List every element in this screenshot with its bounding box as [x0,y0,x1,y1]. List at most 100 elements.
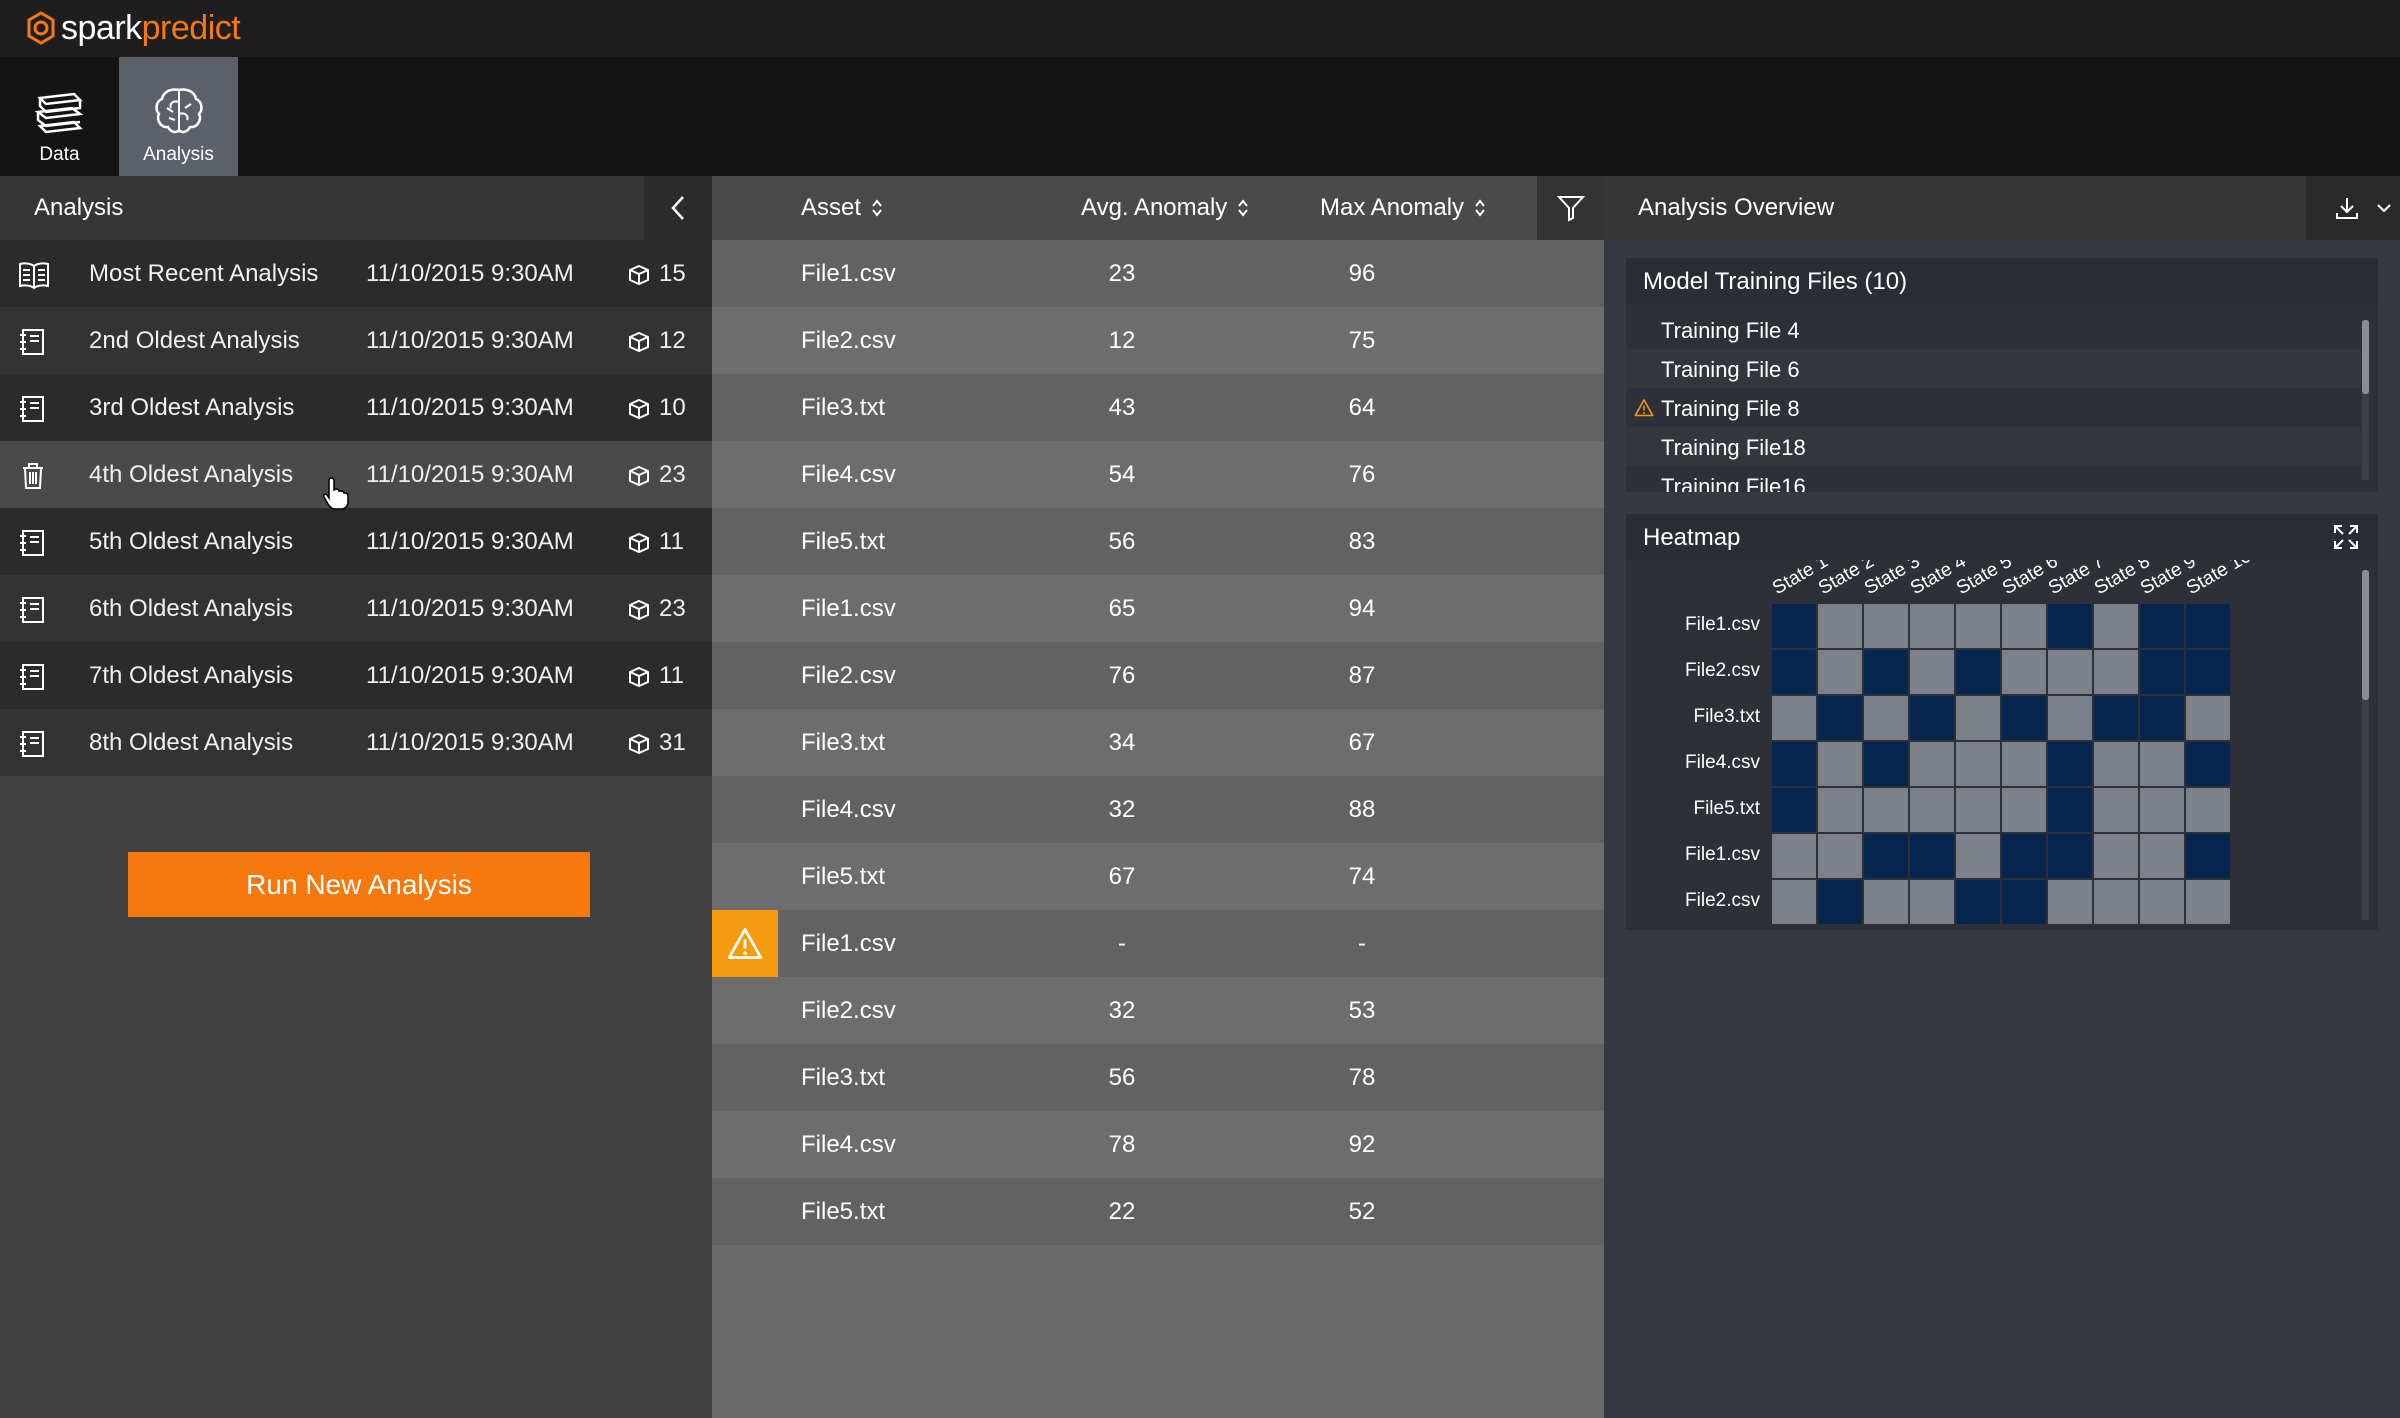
heatmap-cell[interactable] [1818,880,1862,924]
heatmap-cell[interactable] [1864,650,1908,694]
heatmap-cell[interactable] [1864,788,1908,832]
app-logo[interactable]: spark predict [24,9,241,47]
analysis-row[interactable]: Most Recent Analysis 11/10/2015 9:30AM 15 [0,240,712,307]
scrollbar-thumb[interactable] [2362,570,2369,700]
heatmap-cell[interactable] [2186,788,2230,832]
heatmap-cell[interactable] [1956,880,2000,924]
training-file-item[interactable]: Training File16 [1626,466,2361,492]
trash-icon[interactable] [18,461,48,491]
heatmap-cell[interactable] [1910,604,1954,648]
heatmap-cell[interactable] [2094,834,2138,878]
heatmap-cell[interactable] [2094,742,2138,786]
heatmap-cell[interactable] [2140,650,2184,694]
heatmap-cell[interactable] [2140,604,2184,648]
heatmap-cell[interactable] [1864,696,1908,740]
heatmap-cell[interactable] [1956,834,2000,878]
sort-max-anomaly-header[interactable]: Max Anomaly [1320,194,1486,222]
table-row[interactable]: File4.csv 32 88 [712,776,1604,843]
heatmap-cell[interactable] [1910,788,1954,832]
heatmap-cell[interactable] [1956,604,2000,648]
analysis-row[interactable]: 6th Oldest Analysis 11/10/2015 9:30AM 23 [0,575,712,642]
expand-heatmap-button[interactable] [2314,514,2378,560]
heatmap-cell[interactable] [2094,650,2138,694]
filter-button[interactable] [1537,176,1604,240]
heatmap-cell[interactable] [2186,742,2230,786]
heatmap-cell[interactable] [2048,880,2092,924]
heatmap-cell[interactable] [2002,788,2046,832]
heatmap-cell[interactable] [1818,696,1862,740]
heatmap-cell[interactable] [2048,696,2092,740]
table-row[interactable]: File3.txt 43 64 [712,374,1604,441]
heatmap-cell[interactable] [1864,880,1908,924]
heatmap-cell[interactable] [2048,604,2092,648]
analysis-row[interactable]: 7th Oldest Analysis 11/10/2015 9:30AM 11 [0,642,712,709]
heatmap-scrollbar[interactable] [2362,570,2369,920]
nav-data-button[interactable]: Data [0,57,119,176]
table-row[interactable]: File5.txt 67 74 [712,843,1604,910]
analysis-row[interactable]: 3rd Oldest Analysis 11/10/2015 9:30AM 10 [0,374,712,441]
training-file-item[interactable]: Training File 8 [1626,388,2361,427]
table-row[interactable]: File1.csv 23 96 [712,240,1604,307]
heatmap-cell[interactable] [1910,696,1954,740]
heatmap-cell[interactable] [1818,834,1862,878]
analysis-row[interactable]: 4th Oldest Analysis 11/10/2015 9:30AM 23 [0,441,712,508]
heatmap-cell[interactable] [2140,696,2184,740]
analysis-row[interactable]: 5th Oldest Analysis 11/10/2015 9:30AM 11 [0,508,712,575]
sort-asset-header[interactable]: Asset [801,194,883,222]
heatmap-cell[interactable] [1910,834,1954,878]
heatmap-cell[interactable] [2186,696,2230,740]
heatmap-cell[interactable] [2140,742,2184,786]
heatmap-cell[interactable] [1772,650,1816,694]
heatmap-cell[interactable] [1818,788,1862,832]
table-row[interactable]: File3.txt 34 67 [712,709,1604,776]
training-file-item[interactable]: Training File 4 [1626,310,2361,349]
heatmap-cell[interactable] [2094,880,2138,924]
heatmap-cell[interactable] [1910,880,1954,924]
heatmap-cell[interactable] [1910,742,1954,786]
table-row[interactable]: File2.csv 76 87 [712,642,1604,709]
heatmap-cell[interactable] [1772,604,1816,648]
heatmap-cell[interactable] [1864,834,1908,878]
table-row[interactable]: File1.csv - - [712,910,1604,977]
heatmap-cell[interactable] [2186,650,2230,694]
heatmap-cell[interactable] [1772,788,1816,832]
heatmap-cell[interactable] [1772,696,1816,740]
table-row[interactable]: File1.csv 65 94 [712,575,1604,642]
run-new-analysis-button[interactable]: Run New Analysis [128,852,590,917]
training-files-scrollbar[interactable] [2362,320,2369,480]
heatmap-cell[interactable] [2002,742,2046,786]
heatmap-cell[interactable] [2140,834,2184,878]
heatmap-cell[interactable] [1772,742,1816,786]
heatmap-cell[interactable] [2048,742,2092,786]
heatmap-cell[interactable] [2048,650,2092,694]
heatmap-cell[interactable] [2186,604,2230,648]
heatmap-cell[interactable] [2002,880,2046,924]
table-row[interactable]: File4.csv 54 76 [712,441,1604,508]
heatmap-cell[interactable] [2094,604,2138,648]
heatmap-cell[interactable] [1818,742,1862,786]
analysis-row[interactable]: 8th Oldest Analysis 11/10/2015 9:30AM 31 [0,709,712,776]
heatmap-cell[interactable] [1864,604,1908,648]
heatmap-cell[interactable] [1956,742,2000,786]
heatmap-cell[interactable] [1956,650,2000,694]
table-row[interactable]: File5.txt 22 52 [712,1178,1604,1245]
table-row[interactable]: File5.txt 56 83 [712,508,1604,575]
heatmap-cell[interactable] [2048,788,2092,832]
heatmap-cell[interactable] [2094,788,2138,832]
heatmap-cell[interactable] [2002,834,2046,878]
nav-analysis-button[interactable]: Analysis [119,57,238,176]
download-button[interactable] [2306,176,2400,240]
heatmap-cell[interactable] [2002,696,2046,740]
heatmap-cell[interactable] [1864,742,1908,786]
heatmap-cell[interactable] [2186,834,2230,878]
analysis-row[interactable]: 2nd Oldest Analysis 11/10/2015 9:30AM 12 [0,307,712,374]
heatmap-cell[interactable] [2094,696,2138,740]
heatmap-cell[interactable] [2140,880,2184,924]
table-row[interactable]: File2.csv 12 75 [712,307,1604,374]
sort-avg-anomaly-header[interactable]: Avg. Anomaly [1081,194,1249,222]
heatmap-cell[interactable] [1772,880,1816,924]
heatmap-cell[interactable] [2186,880,2230,924]
training-file-item[interactable]: Training File18 [1626,427,2361,466]
heatmap-cell[interactable] [1818,650,1862,694]
heatmap-cell[interactable] [2140,788,2184,832]
